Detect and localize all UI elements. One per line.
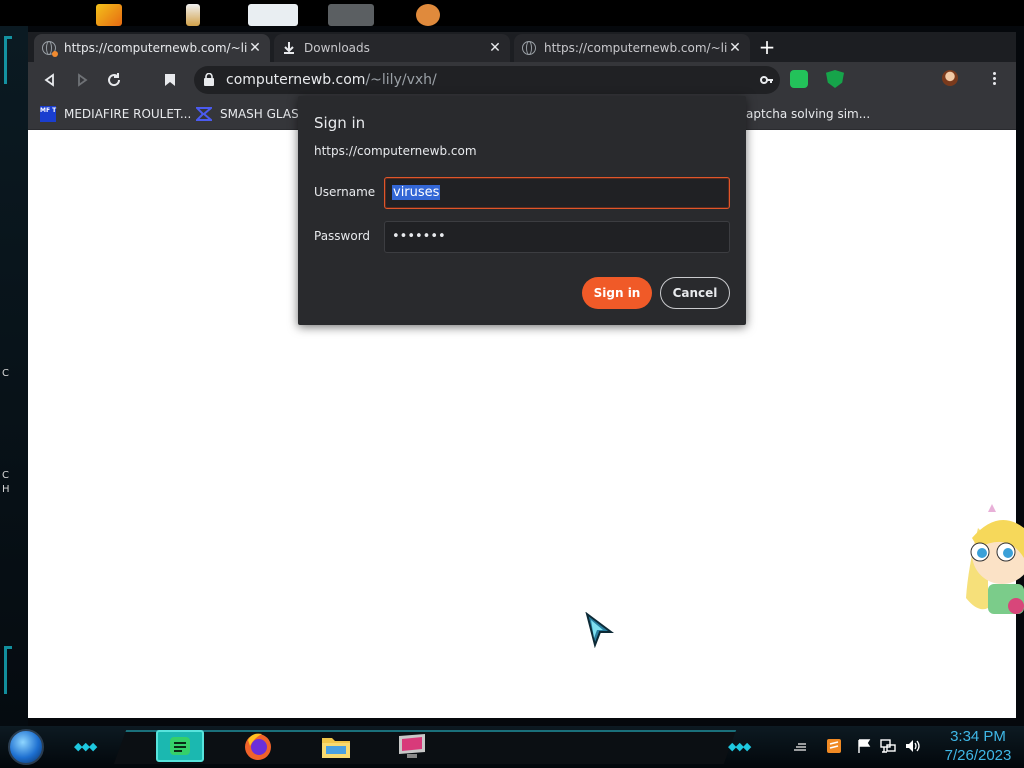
username-label: Username xyxy=(314,185,376,199)
system-clock[interactable]: 3:34 PM 7/26/2023 xyxy=(934,728,1022,766)
tab-title: Downloads xyxy=(304,41,370,55)
rail-decoration xyxy=(4,36,12,84)
desktop-left-rail: C C H xyxy=(0,26,28,726)
loading-dot xyxy=(52,51,58,57)
url-path: /~lily/vxh/ xyxy=(365,72,437,88)
network-icon[interactable] xyxy=(880,738,896,754)
tab-computernewb-1[interactable]: https://computernewb.com/~lily/vxh/ ✕ xyxy=(34,34,270,62)
globe-icon xyxy=(522,41,536,55)
bookmark-smash-glass[interactable]: SMASH GLASS xyxy=(196,104,306,124)
avatar[interactable] xyxy=(942,70,958,86)
new-tab-button[interactable]: + xyxy=(756,37,778,59)
desktop-label-fragment: C xyxy=(2,368,9,379)
download-icon xyxy=(284,42,294,54)
forward-arrow-icon xyxy=(78,73,88,87)
desktop-icon-fox[interactable] xyxy=(96,4,122,26)
password-value: ••••••• xyxy=(392,229,446,244)
bookmark-button[interactable] xyxy=(160,70,180,90)
tab-title: https://computernewb.com/~lily/vxh/ xyxy=(64,41,248,55)
reload-button[interactable] xyxy=(104,70,124,90)
folder-icon xyxy=(322,738,350,758)
taskbar-app-media[interactable] xyxy=(392,730,432,762)
taskbar-chevron-decoration: ◆◆◆ xyxy=(728,740,751,753)
menu-dot xyxy=(992,77,996,80)
desktop-top-strip xyxy=(0,0,1024,26)
reload-icon xyxy=(108,73,121,87)
taskbar-app-file-explorer[interactable] xyxy=(316,730,356,762)
tab-downloads[interactable]: Downloads ✕ xyxy=(274,34,510,62)
toolbar: computernewb.com/~lily/vxh/ xyxy=(28,62,1016,98)
key-icon[interactable] xyxy=(760,73,774,87)
bookmark-mediafire-roulette[interactable]: MF T MEDIAFIRE ROULET... xyxy=(40,104,191,124)
cartoon-sticker-image xyxy=(966,504,1024,614)
desktop-icon-terminal[interactable] xyxy=(328,4,374,26)
menu-dot xyxy=(992,82,996,85)
lock-icon xyxy=(204,73,214,86)
globe-icon xyxy=(42,41,58,57)
dialog-title: Sign in xyxy=(314,114,366,132)
address-bar[interactable]: computernewb.com/~lily/vxh/ xyxy=(194,66,780,94)
flag-icon[interactable] xyxy=(856,738,872,754)
desktop-icon-window[interactable] xyxy=(248,4,298,26)
sublime-text-icon[interactable] xyxy=(826,738,842,754)
cancel-button[interactable]: Cancel xyxy=(660,277,730,309)
taskbar: ◆◆◆ ◆◆◆ 3:34 PM 7/26/2023 xyxy=(0,726,1024,768)
username-value: viruses xyxy=(392,185,441,200)
tab-title: https://computernewb.com/~lily/vxh/ xyxy=(544,41,728,55)
dialog-origin: https://computernewb.com xyxy=(314,144,477,158)
close-icon[interactable]: ✕ xyxy=(488,40,502,56)
password-label: Password xyxy=(314,229,371,243)
close-icon[interactable]: ✕ xyxy=(728,40,742,56)
desktop-icon-avatar[interactable] xyxy=(416,4,440,26)
taskbar-app-notes[interactable] xyxy=(156,730,204,762)
menu-dot xyxy=(992,72,996,75)
tab-strip: https://computernewb.com/~lily/vxh/ ✕ Do… xyxy=(28,32,1016,62)
url-text: computernewb.com/~lily/vxh/ xyxy=(226,72,437,88)
username-field[interactable]: viruses xyxy=(384,177,730,209)
cursor-icon xyxy=(585,612,614,648)
tab-computernewb-2[interactable]: https://computernewb.com/~lily/vxh/ ✕ xyxy=(514,34,750,62)
shield-icon[interactable] xyxy=(826,70,844,88)
sign-in-dialog: Sign in https://computernewb.com Usernam… xyxy=(298,96,746,325)
show-hidden-icons-icon[interactable] xyxy=(792,738,808,754)
url-host: computernewb.com xyxy=(226,72,366,88)
clock-time: 3:34 PM xyxy=(950,728,1006,745)
clock-date: 7/26/2023 xyxy=(944,747,1012,764)
menu-dots-icon[interactable] xyxy=(988,70,1000,86)
taskbar-app-firefox[interactable] xyxy=(238,730,278,762)
bookmark-label: MEDIAFIRE ROULET... xyxy=(64,107,192,121)
bookmark-label: SMASH GLASS xyxy=(220,107,307,121)
back-arrow-icon xyxy=(44,73,54,87)
back-button[interactable] xyxy=(40,70,60,90)
forward-button[interactable] xyxy=(72,70,92,90)
desktop-icon-pencil[interactable] xyxy=(186,4,200,26)
start-button[interactable] xyxy=(8,729,44,765)
mediafire-icon: MF T xyxy=(40,106,56,122)
extension-chat-icon[interactable] xyxy=(790,70,808,88)
smash-glass-icon xyxy=(196,107,212,121)
volume-icon[interactable] xyxy=(904,738,920,754)
notes-icon xyxy=(170,737,190,755)
bookmark-label: aptcha solving sim... xyxy=(746,107,871,121)
taskbar-chevron-decoration: ◆◆◆ xyxy=(74,740,97,753)
bookmark-captcha-solving[interactable]: aptcha solving sim... xyxy=(746,104,870,124)
bookmark-icon xyxy=(165,74,175,86)
desktop-label-fragment: H xyxy=(2,484,10,495)
firefox-icon xyxy=(245,733,271,760)
sign-in-button[interactable]: Sign in xyxy=(582,277,652,309)
monitor-icon xyxy=(399,734,425,758)
close-icon[interactable]: ✕ xyxy=(248,40,262,56)
desktop-label-fragment: C xyxy=(2,470,9,481)
rail-decoration xyxy=(4,646,12,694)
password-field[interactable]: ••••••• xyxy=(384,221,730,253)
